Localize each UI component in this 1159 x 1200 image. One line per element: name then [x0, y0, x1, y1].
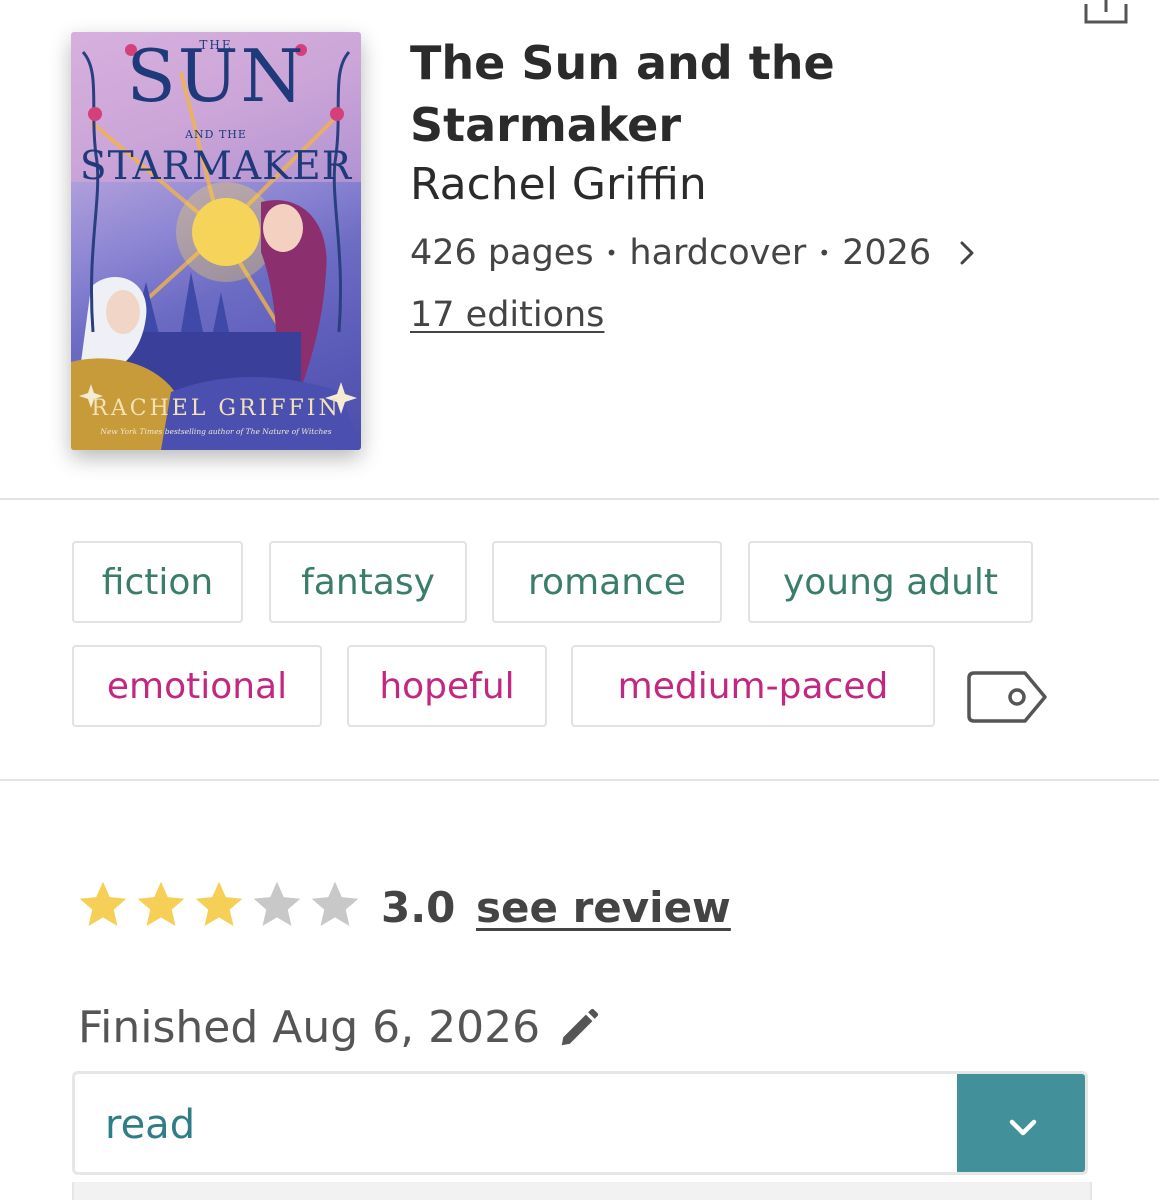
- star-icon[interactable]: [132, 877, 190, 933]
- reading-status-select[interactable]: read: [72, 1071, 1088, 1175]
- cover-sun-text: SUN: [126, 34, 306, 118]
- star-rating[interactable]: [74, 877, 364, 933]
- book-title: The Sun and the Starmaker: [410, 36, 835, 152]
- book-format: hardcover: [629, 233, 807, 273]
- cover-and-the-text: AND THE: [185, 128, 247, 141]
- star-icon[interactable]: [74, 877, 132, 933]
- finished-date[interactable]: Finished Aug 6, 2026: [78, 1000, 602, 1056]
- tag-hopeful[interactable]: hopeful: [347, 645, 547, 727]
- star-icon[interactable]: [248, 877, 306, 933]
- tag-fiction[interactable]: fiction: [72, 541, 243, 623]
- see-review-link[interactable]: see review: [476, 880, 731, 936]
- chevron-down-icon: [1009, 1119, 1036, 1135]
- cover-author-text: RACHEL GRIFFIN: [91, 396, 341, 421]
- share-icon[interactable]: [1082, 0, 1130, 26]
- publication-year: 2026: [842, 233, 932, 273]
- divider: [0, 779, 1159, 781]
- editions-link[interactable]: 17 editions: [410, 290, 604, 340]
- finished-date-text: Finished Aug 6, 2026: [78, 1002, 541, 1053]
- tag-romance[interactable]: romance: [492, 541, 722, 623]
- star-icon[interactable]: [306, 877, 364, 933]
- meta-separator: •: [818, 241, 831, 265]
- meta-separator: •: [605, 241, 618, 265]
- book-meta[interactable]: 426 pages • hardcover • 2026: [410, 228, 985, 278]
- pencil-icon[interactable]: [556, 1005, 602, 1051]
- tag-medium-paced[interactable]: medium-paced: [571, 645, 935, 727]
- tag-icon[interactable]: [965, 670, 1049, 724]
- status-dropdown-button[interactable]: [957, 1074, 1085, 1172]
- page-count: 426 pages: [410, 233, 594, 273]
- star-icon[interactable]: [190, 877, 248, 933]
- tag-young-adult[interactable]: young adult: [748, 541, 1033, 623]
- reading-status-value: read: [105, 1102, 196, 1148]
- cover-tagline-text: New York Times bestselling author of The…: [100, 427, 332, 436]
- next-section-edge: [72, 1182, 1092, 1200]
- tag-emotional[interactable]: emotional: [72, 645, 322, 727]
- rating-value: 3.0: [381, 883, 456, 932]
- book-author[interactable]: Rachel Griffin: [410, 154, 707, 216]
- tag-fantasy[interactable]: fantasy: [269, 541, 467, 623]
- cover-starmaker-text: STARMAKER: [79, 144, 353, 189]
- book-cover[interactable]: THE SUN AND THE STARMAKER RACHEL GRIFFIN…: [71, 32, 361, 450]
- divider: [0, 498, 1159, 500]
- chevron-right-icon[interactable]: [951, 228, 985, 278]
